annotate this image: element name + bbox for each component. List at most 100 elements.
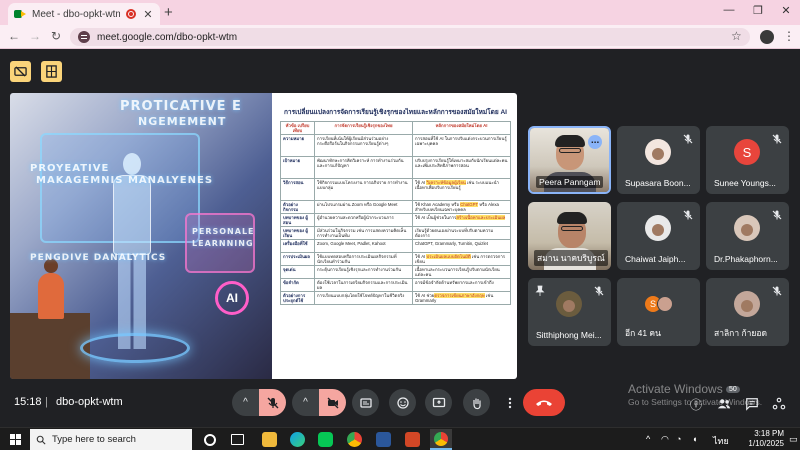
audio-options-caret[interactable]: ^: [232, 389, 259, 416]
word-icon[interactable]: [376, 432, 391, 447]
participant-avatar: [556, 291, 582, 317]
tab-close-button[interactable]: ✕: [142, 8, 154, 21]
tray-overflow-icon[interactable]: ^: [646, 434, 650, 444]
chrome-active-icon[interactable]: [430, 429, 452, 450]
notification-icon[interactable]: ▭: [789, 434, 798, 445]
browser-menu-icon[interactable]: ⋮: [783, 29, 795, 43]
cell-text: ใช้ AI เป็นผู้ช่วยในการ: [415, 215, 457, 220]
highlighted-text: ตรวจการเขียนภาษาอังกฤษ: [434, 293, 485, 298]
browser-tab-meet[interactable]: Meet - dbo-opkt-wtm ✕: [8, 3, 160, 25]
chat-icon[interactable]: [744, 396, 760, 412]
mic-off-button[interactable]: [259, 389, 286, 416]
participant-tile[interactable]: S Sunee Youngs...: [706, 126, 789, 194]
row-thai-cell: ผู้อำนวยความสะดวกหรือผู้นำกระบวนการ: [314, 213, 413, 227]
art-text: PROYEATIVE: [30, 163, 110, 174]
art-subtitle: NGEMEMENT: [138, 115, 227, 128]
participant-tile[interactable]: สาลิกา ก้ายอด: [706, 278, 789, 346]
layout-icon[interactable]: [41, 61, 62, 82]
participant-tile[interactable]: สมาน นาคบริบูรณ์: [528, 202, 611, 270]
participant-tile[interactable]: S อีก 41 คน: [617, 278, 700, 346]
wifi-icon[interactable]: ◔: [676, 434, 681, 444]
row-aspect: วิธีการสอน: [280, 178, 315, 201]
table-row: วิธีการสอน ใช้กิจกรรมแบบโครงงาน การอภิปรา…: [280, 178, 511, 201]
mic-off-icon: [593, 284, 605, 296]
meeting-clock: 15:18: [14, 396, 42, 408]
row-ai-cell: เนื้อหาและกระบวนการเรียนรู้ปรับตามนักเรี…: [412, 265, 511, 279]
cortana-icon[interactable]: [204, 434, 216, 446]
file-explorer-icon[interactable]: [262, 432, 277, 447]
recording-icon: [126, 9, 136, 19]
browser-tab-strip: Meet - dbo-opkt-wtm ✕ + — ❐ ✕: [0, 0, 800, 25]
table-row: ตัวอย่าง กิจกรรม ผ่านโปรแกรมผ่าน Zoom หรื…: [280, 200, 511, 214]
participant-tile[interactable]: Supasara Boon...: [617, 126, 700, 194]
address-bar[interactable]: meet.google.com/dbo-opkt-wtm: [70, 28, 750, 46]
minimize-button[interactable]: —: [716, 4, 742, 16]
people-icon[interactable]: [716, 396, 732, 412]
tile-options-icon[interactable]: ⋯: [588, 135, 602, 149]
bookmark-star-icon[interactable]: ☆: [731, 29, 742, 43]
row-aspect: บทบาทของ ผู้เรียน: [280, 226, 315, 240]
row-ai-cell: ใช้ AI ช่วยตรวจการเขียนภาษาอังกฤษ เช่น G…: [412, 291, 511, 305]
taskbar-time: 3:18 PM: [754, 429, 784, 438]
table-row: ความหมาย การเรียนที่เน้นให้ผู้เรียนมีส่วน…: [280, 134, 511, 157]
row-aspect: การประเมินผล: [280, 252, 315, 266]
participant-name: สมาน นาคบริบูรณ์: [534, 250, 608, 266]
back-arrow-icon[interactable]: ←: [6, 29, 22, 43]
chrome-icon[interactable]: [347, 432, 362, 447]
forward-arrow-icon[interactable]: →: [27, 29, 43, 43]
presentation-screen: AI PROTICATIVE E NGEMEMENT PROYEATIVE MA…: [10, 93, 517, 379]
restore-button[interactable]: ❐: [745, 4, 771, 17]
windows-start-icon[interactable]: [10, 434, 21, 445]
activities-icon[interactable]: [771, 396, 787, 412]
taskbar-clock[interactable]: 3:18 PM 1/10/2025: [740, 429, 784, 449]
network-icon[interactable]: ◠: [661, 434, 669, 445]
leave-call-button[interactable]: [523, 389, 565, 416]
participant-name: สาลิกา ก้ายอด: [714, 328, 767, 338]
captions-button[interactable]: [352, 389, 379, 416]
meeting-info-icon[interactable]: ⓘ: [688, 396, 704, 412]
row-ai-cell: เรียนรู้ด้วยตนเองผ่านระบบที่ปรับตามความต…: [412, 226, 511, 240]
participant-tile[interactable]: Sitthiphong Mei...: [528, 278, 611, 346]
reload-icon[interactable]: ↻: [48, 29, 64, 43]
row-ai-cell: ใช้ AI ประเมินผลแบบอัตโนมัติ เช่น การตรว…: [412, 252, 511, 266]
new-tab-button[interactable]: +: [164, 4, 173, 21]
mic-off-icon: [682, 132, 694, 144]
row-thai-cell: ต้องใช้เวลาในการเตรียมกิจกรรมและการประเม…: [314, 278, 413, 292]
participant-tile[interactable]: ⋯ Peera Panngam: [528, 126, 611, 194]
site-info-icon[interactable]: [78, 31, 90, 43]
table-row: บทบาทของ ผู้เรียน มีส่วนร่วมในกิจกรรม เช่…: [280, 226, 511, 240]
camera-off-button[interactable]: [319, 389, 346, 416]
row-thai-cell: พัฒนาทักษะการคิดวิเคราะห์ การทำงานร่วมกั…: [314, 156, 413, 179]
language-indicator[interactable]: ไทย: [713, 434, 729, 448]
participant-tile[interactable]: Chaiwat Jaiph...: [617, 202, 700, 270]
profile-avatar[interactable]: [760, 30, 774, 44]
row-ai-cell: ใช้ AI วิเคราะห์ข้อมูลผู้เรียน เช่น ระบบ…: [412, 178, 511, 201]
participant-tile[interactable]: Dr.Phakaphorn...: [706, 202, 789, 270]
participant-avatar: [645, 215, 671, 241]
row-ai-cell: ใช้ AI เป็นผู้ช่วยในการสร้างเนื้อหาและปร…: [412, 213, 511, 227]
volume-icon[interactable]: ◖: [692, 434, 697, 444]
row-ai-cell: ปรับปรุงการเรียนรู้ให้เหมาะสมกับนักเรียน…: [412, 156, 511, 179]
close-window-button[interactable]: ✕: [773, 4, 799, 17]
edge-icon[interactable]: [290, 432, 305, 447]
video-options-caret[interactable]: ^: [292, 389, 319, 416]
participant-avatar: [645, 139, 671, 165]
hide-captions-icon[interactable]: [10, 61, 31, 82]
desk: [10, 313, 90, 379]
emoji-button[interactable]: [389, 389, 416, 416]
more-options-button[interactable]: [496, 389, 523, 416]
line-icon[interactable]: [318, 432, 333, 447]
row-ai-cell: ChatGPT, Grammarly, Turnitin, Quizlet: [412, 239, 511, 253]
participant-name: Supasara Boon...: [625, 178, 691, 188]
taskbar-search[interactable]: Type here to search: [30, 429, 192, 450]
present-screen-button[interactable]: [425, 389, 452, 416]
raise-hand-button[interactable]: [463, 389, 490, 416]
hologram-ring: [80, 333, 190, 363]
pin-icon[interactable]: [534, 284, 546, 296]
table-row: ตัวอย่างการ ประยุกต์ใช้ การเรียนแบบกลุ่มโ…: [280, 291, 511, 305]
row-thai-cell: ใช้กิจกรรมแบบโครงงาน การอภิปราย การทำงาน…: [314, 178, 413, 201]
art-text: MAKAGEMNIS MANALYENES: [36, 175, 214, 186]
row-aspect: บทบาทของ ผู้สอน: [280, 213, 315, 227]
task-view-icon[interactable]: [231, 434, 244, 445]
powerpoint-icon[interactable]: [405, 432, 420, 447]
